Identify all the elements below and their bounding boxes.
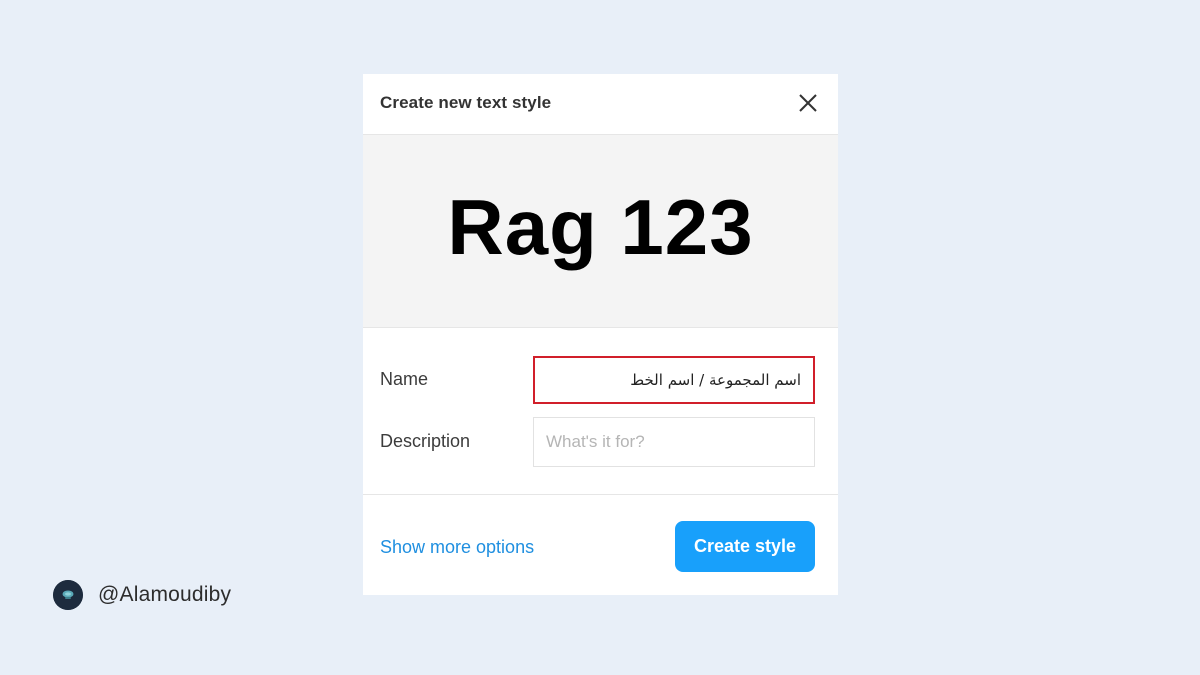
create-text-style-dialog: Create new text style Rag 123 Name اسم ا… xyxy=(363,74,838,595)
description-placeholder: What's it for? xyxy=(546,432,645,451)
style-preview: Rag 123 xyxy=(363,135,838,328)
close-icon xyxy=(799,94,817,112)
name-label: Name xyxy=(380,369,429,389)
show-more-options-link[interactable]: Show more options xyxy=(380,537,534,558)
create-style-button[interactable]: Create style xyxy=(675,521,815,572)
avatar-icon xyxy=(53,580,83,610)
name-input[interactable]: اسم المجموعة / اسم الخط xyxy=(533,356,815,404)
dialog-header: Create new text style xyxy=(363,74,838,135)
preview-text: Rag 123 xyxy=(447,183,754,271)
close-button[interactable] xyxy=(795,90,821,116)
description-label: Description xyxy=(380,431,471,451)
description-input[interactable]: What's it for? xyxy=(533,417,815,467)
author-handle: @Alamoudiby xyxy=(98,583,232,606)
footer-divider xyxy=(363,494,838,495)
dialog-title: Create new text style xyxy=(380,93,552,112)
